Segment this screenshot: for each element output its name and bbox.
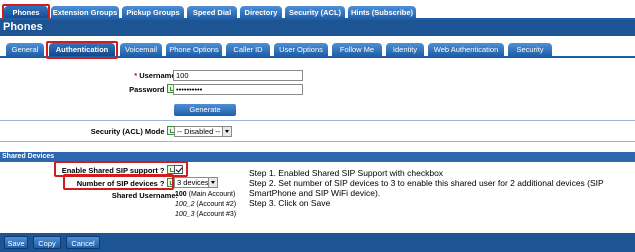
num-devices-select[interactable]: 3 devices bbox=[174, 177, 218, 188]
security-acl-select[interactable]: -- Disabled -- bbox=[174, 126, 232, 137]
account-3-username: 100_3 bbox=[175, 211, 195, 218]
username-input[interactable]: 100 bbox=[173, 70, 303, 81]
step-3-text: Step 3. Click on Save bbox=[249, 198, 331, 208]
shared-username-3: 100_3 (Account #3) bbox=[175, 211, 236, 218]
tab-caller-id[interactable]: Caller ID bbox=[226, 43, 270, 56]
save-button[interactable]: Save bbox=[4, 236, 28, 249]
page-header: Phones bbox=[0, 20, 635, 36]
action-bar: Save Copy Cancel bbox=[0, 233, 635, 252]
instruction-steps: Step 1. Enabled Shared SIP Support with … bbox=[249, 168, 634, 208]
chevron-down-icon bbox=[208, 178, 217, 187]
divider bbox=[0, 120, 635, 121]
main-username: 100 bbox=[175, 191, 187, 198]
required-asterisk-icon: * bbox=[134, 71, 138, 80]
chevron-down-icon bbox=[222, 127, 231, 136]
highlight-box-phones bbox=[2, 4, 50, 21]
generate-password-button[interactable]: Generate Password bbox=[174, 104, 236, 126]
highlight-box-authentication bbox=[46, 41, 118, 59]
tab-identity[interactable]: Identity bbox=[386, 43, 424, 56]
step-2-text: Step 2. Set number of SIP devices to 3 t… bbox=[249, 178, 604, 198]
copy-button[interactable]: Copy bbox=[33, 236, 61, 249]
username-label-row: * Username: bbox=[134, 71, 178, 80]
tab-general[interactable]: General bbox=[6, 43, 44, 56]
cancel-button[interactable]: Cancel bbox=[66, 236, 100, 249]
tab-web-authentication[interactable]: Web Authentication bbox=[428, 43, 504, 56]
security-acl-value: -- Disabled -- bbox=[177, 127, 221, 136]
security-acl-label: Security (ACL) Mode bbox=[90, 127, 165, 136]
shared-username-main: 100 (Main Account) bbox=[175, 191, 235, 198]
shared-devices-title: Shared Devices bbox=[2, 153, 55, 160]
page-title: Phones bbox=[3, 21, 43, 33]
password-label-row: Password: bbox=[129, 84, 178, 94]
account-2-username: 100_2 bbox=[175, 201, 195, 208]
shared-username-2: 100_2 (Account #2) bbox=[175, 201, 236, 208]
num-devices-value: 3 devices bbox=[177, 178, 209, 187]
highlight-box-num-devices bbox=[63, 174, 174, 190]
tab-user-options[interactable]: User Options bbox=[274, 43, 328, 56]
divider bbox=[0, 141, 635, 142]
step-1-text: Step 1. Enabled Shared SIP Support with … bbox=[249, 168, 444, 178]
top-tab-bar: Phones Extension Groups Pickup Groups Sp… bbox=[0, 0, 635, 21]
tab-security[interactable]: Security bbox=[508, 43, 552, 56]
security-acl-label-row: Security (ACL) Mode: bbox=[91, 126, 178, 136]
account-2-suffix: (Account #2) bbox=[194, 201, 237, 208]
tab-follow-me[interactable]: Follow Me bbox=[332, 43, 382, 56]
tab-voicemail[interactable]: Voicemail bbox=[120, 43, 162, 56]
shared-username-label: Shared Username: bbox=[111, 191, 178, 200]
account-3-suffix: (Account #3) bbox=[194, 211, 237, 218]
password-label: Password bbox=[129, 85, 165, 94]
tab-phone-options[interactable]: Phone Options bbox=[166, 43, 222, 56]
main-username-suffix: (Main Account) bbox=[186, 191, 236, 198]
password-input[interactable]: •••••••••• bbox=[173, 84, 303, 95]
